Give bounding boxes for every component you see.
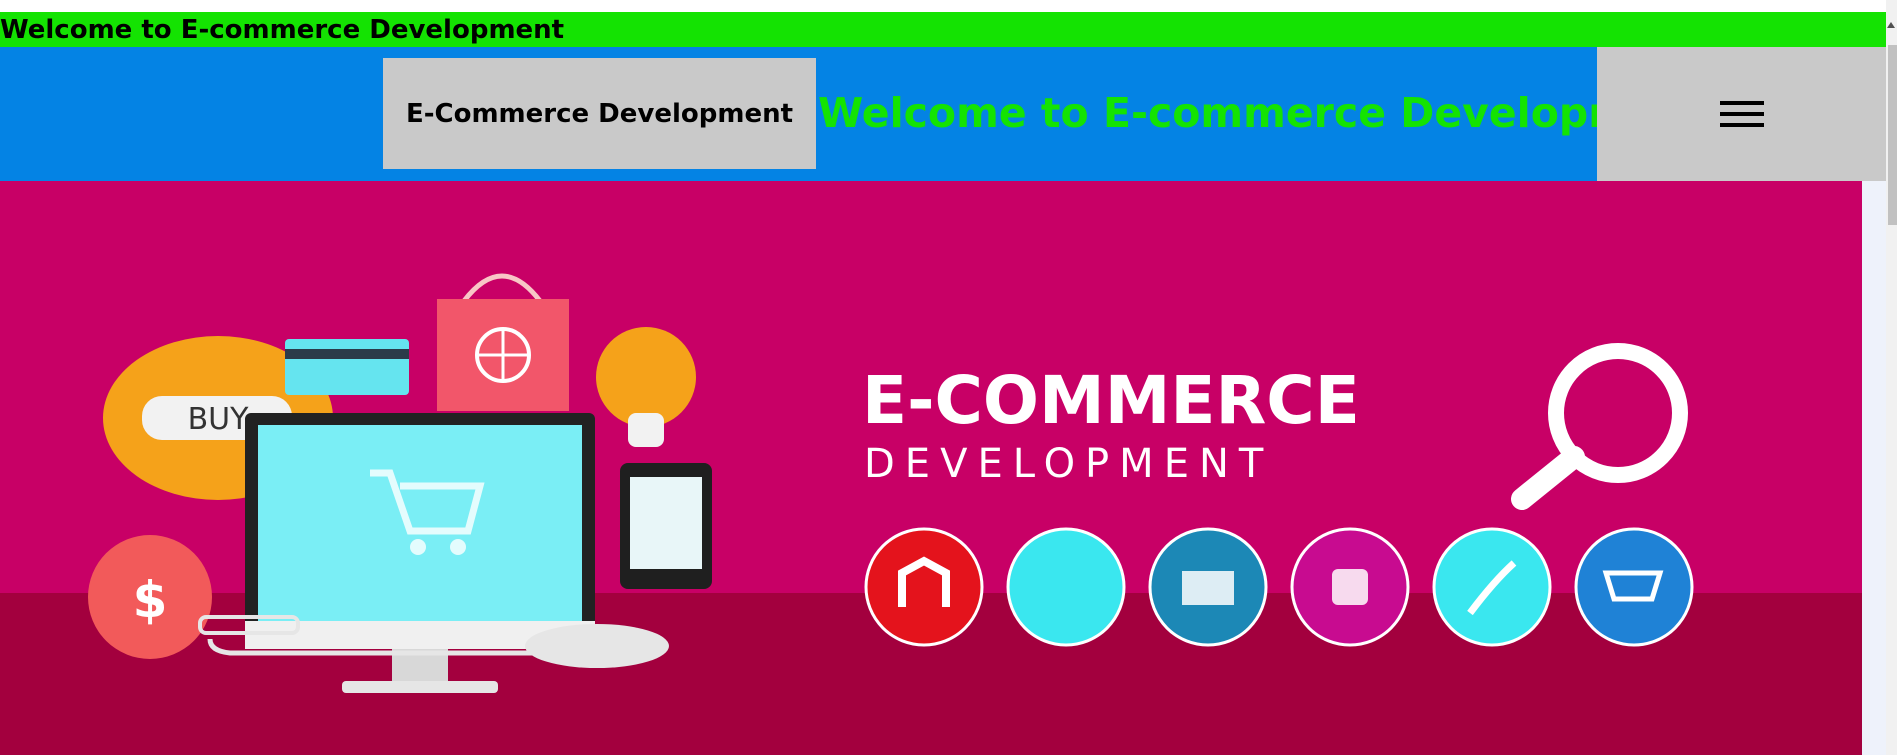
hero-banner-image: BUY $ E-COMMERCE DEVELOPMENT — [0, 181, 1862, 755]
credit-card-icon — [285, 339, 409, 395]
cart-dots-icon — [1006, 527, 1126, 647]
scrollbar-thumb[interactable] — [1888, 45, 1897, 225]
brand-button[interactable]: E-Commerce Development — [383, 58, 816, 169]
buy-label: BUY — [188, 402, 250, 437]
page-background — [1862, 181, 1886, 755]
menu-button[interactable] — [1597, 47, 1886, 181]
magento-icon — [864, 527, 984, 647]
dollar-label: $ — [133, 571, 168, 629]
phone-icon — [620, 463, 712, 589]
hamburger-menu-icon — [1719, 94, 1764, 134]
site-header: E-Commerce Development Welcome to E-comm… — [0, 47, 1886, 181]
scroll-up-arrow-icon[interactable] — [1887, 22, 1895, 28]
hero-title-line1: E-COMMERCE — [862, 362, 1360, 439]
welcome-heading: Welcome to E-commerce Development — [818, 89, 1708, 137]
hero-title-line2: DEVELOPMENT — [864, 441, 1273, 487]
marquee-text: Welcome to E-commerce Development — [0, 15, 565, 45]
mouse-icon — [525, 624, 669, 668]
marquee-bar: Welcome to E-commerce Development — [0, 12, 1886, 47]
shopping-cart-icon — [1574, 527, 1694, 647]
dollar-icon: $ — [88, 535, 212, 659]
